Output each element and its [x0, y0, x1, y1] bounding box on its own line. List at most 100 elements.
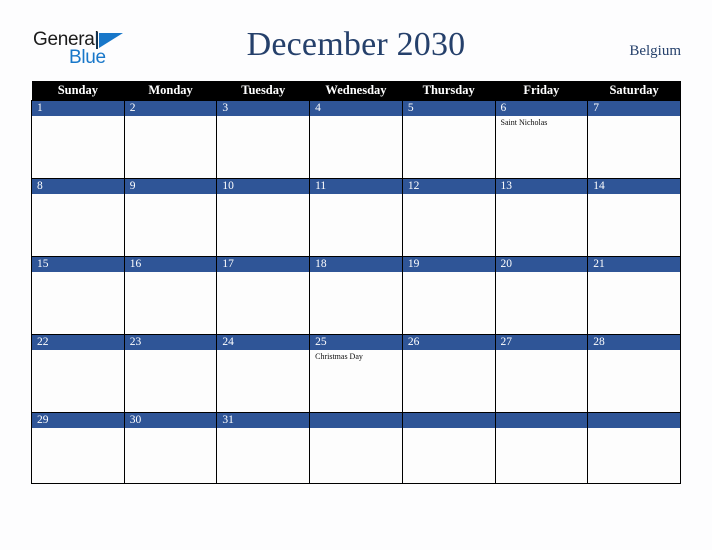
day-cell[interactable]: 19	[401, 256, 496, 335]
day-number: 27	[495, 335, 588, 350]
day-number: 17	[217, 257, 310, 272]
day-cell[interactable]: 6 Saint Nicholas	[494, 100, 589, 179]
day-number: 4	[310, 101, 402, 116]
day-number: 2	[124, 101, 217, 116]
day-cell[interactable]: 13	[494, 178, 589, 257]
calendar-week-row: 8 9 10 11 12 13 14	[31, 178, 681, 257]
day-number: 7	[588, 101, 680, 116]
day-events	[496, 428, 588, 430]
day-number: 25	[310, 335, 402, 350]
day-cell-empty[interactable]	[587, 412, 681, 484]
day-number: 9	[124, 179, 217, 194]
page-title: December 2030	[246, 26, 466, 63]
day-cell[interactable]: 9	[123, 178, 218, 257]
day-number: 16	[124, 257, 217, 272]
day-events	[125, 116, 217, 118]
day-cell[interactable]: 14	[587, 178, 681, 257]
day-cell[interactable]: 15	[31, 256, 125, 335]
calendar-week-row: 29 30 31	[31, 412, 681, 484]
weekday-header-tuesday: Tuesday	[216, 81, 310, 101]
day-cell-empty[interactable]	[494, 412, 589, 484]
day-events	[496, 194, 588, 196]
day-number: 29	[32, 413, 124, 428]
day-events	[588, 116, 680, 118]
weekday-header-friday: Friday	[495, 81, 588, 101]
day-cell[interactable]: 7	[587, 100, 681, 179]
day-events: Saint Nicholas	[496, 116, 588, 128]
day-number: 14	[588, 179, 680, 194]
day-cell[interactable]: 5	[401, 100, 496, 179]
day-number	[588, 413, 680, 428]
day-events	[588, 272, 680, 274]
day-events	[403, 194, 495, 196]
weekday-header-row: Sunday Monday Tuesday Wednesday Thursday…	[31, 81, 681, 101]
day-number: 21	[588, 257, 680, 272]
day-number: 10	[217, 179, 310, 194]
day-cell[interactable]: 3	[216, 100, 311, 179]
day-events	[588, 428, 680, 430]
day-cell[interactable]: 4	[309, 100, 403, 179]
day-number: 15	[32, 257, 124, 272]
page-header: General Blue December 2030 Belgium	[0, 0, 712, 80]
day-number	[495, 413, 588, 428]
day-cell[interactable]: 12	[401, 178, 496, 257]
day-events	[32, 116, 124, 118]
day-number: 23	[124, 335, 217, 350]
day-events	[125, 350, 217, 352]
day-number: 31	[217, 413, 310, 428]
day-events: Christmas Day	[310, 350, 402, 362]
day-number: 30	[124, 413, 217, 428]
day-cell[interactable]: 1	[31, 100, 125, 179]
day-cell-empty[interactable]	[401, 412, 496, 484]
calendar-week-row: 22 23 24 25 Christmas Day 26 27 28	[31, 334, 681, 413]
day-events	[217, 194, 309, 196]
day-cell[interactable]: 30	[123, 412, 218, 484]
day-number: 11	[310, 179, 402, 194]
day-number: 26	[402, 335, 495, 350]
day-cell[interactable]: 31	[216, 412, 311, 484]
day-cell[interactable]: 29	[31, 412, 125, 484]
day-events	[125, 272, 217, 274]
day-cell[interactable]: 28	[587, 334, 681, 413]
day-events	[403, 350, 495, 352]
day-cell[interactable]: 17	[216, 256, 311, 335]
day-events	[588, 194, 680, 196]
day-events	[217, 272, 309, 274]
day-events	[32, 350, 124, 352]
day-number: 24	[217, 335, 310, 350]
day-cell[interactable]: 20	[494, 256, 589, 335]
day-cell[interactable]: 8	[31, 178, 125, 257]
day-cell[interactable]: 27	[494, 334, 589, 413]
day-cell[interactable]: 2	[123, 100, 218, 179]
day-cell[interactable]: 26	[401, 334, 496, 413]
day-cell[interactable]: 10	[216, 178, 311, 257]
day-cell[interactable]: 23	[123, 334, 218, 413]
day-number: 22	[32, 335, 124, 350]
day-cell[interactable]: 24	[216, 334, 311, 413]
day-cell[interactable]: 11	[309, 178, 403, 257]
day-number: 18	[310, 257, 402, 272]
weekday-header-thursday: Thursday	[402, 81, 496, 101]
day-events	[310, 428, 402, 430]
day-events	[32, 194, 124, 196]
day-number: 8	[32, 179, 124, 194]
day-cell[interactable]: 21	[587, 256, 681, 335]
day-cell[interactable]: 16	[123, 256, 218, 335]
day-events	[32, 428, 124, 430]
day-number	[310, 413, 402, 428]
event-label: Saint Nicholas	[500, 118, 548, 127]
day-cell[interactable]: 25 Christmas Day	[309, 334, 403, 413]
day-number: 13	[495, 179, 588, 194]
region-label: Belgium	[629, 43, 681, 59]
event-label: Christmas Day	[315, 352, 363, 361]
calendar-week-row: 1 2 3 4 5 6 Saint Nicholas 7	[31, 100, 681, 179]
day-events	[310, 272, 402, 274]
day-events	[403, 272, 495, 274]
day-events	[496, 272, 588, 274]
day-cell[interactable]: 22	[31, 334, 125, 413]
day-number: 1	[32, 101, 124, 116]
day-cell[interactable]: 18	[309, 256, 403, 335]
calendar-body: 1 2 3 4 5 6 Saint Nicholas 7 8 9 10 11 12 13 14 15 16 17 1…	[31, 100, 681, 484]
weekday-header-monday: Monday	[124, 81, 217, 101]
day-cell-empty[interactable]	[309, 412, 403, 484]
